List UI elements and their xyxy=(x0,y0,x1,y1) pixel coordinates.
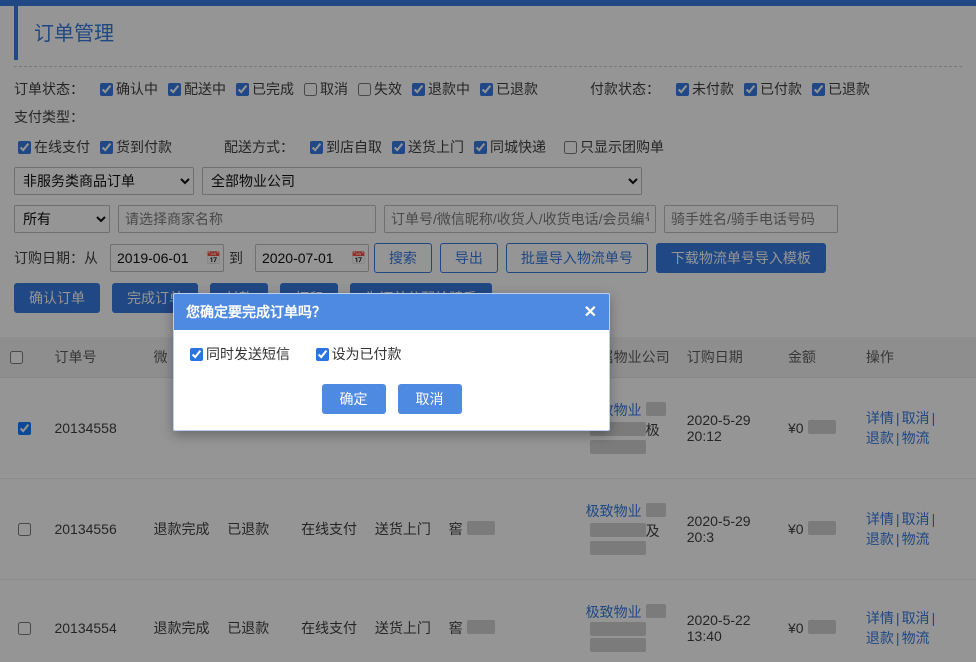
modal-header: 您确定要完成订单吗？ ✕ xyxy=(174,294,609,330)
mark-paid-checkbox[interactable]: 设为已付款 xyxy=(312,344,402,364)
page-root: 订单管理 订单状态： 确认中配送中已完成取消失效退款中已退款 付款状态： 未付款… xyxy=(0,0,976,662)
modal-footer: 确定 取消 xyxy=(174,378,609,430)
modal-ok-button[interactable]: 确定 xyxy=(322,384,386,414)
confirm-complete-modal: 您确定要完成订单吗？ ✕ 同时发送短信 设为已付款 确定 取消 xyxy=(173,293,610,431)
sms-checkbox[interactable]: 同时发送短信 xyxy=(186,344,290,364)
close-icon[interactable]: ✕ xyxy=(584,302,597,322)
modal-body: 同时发送短信 设为已付款 xyxy=(174,330,609,378)
modal-cancel-button[interactable]: 取消 xyxy=(398,384,462,414)
modal-title: 您确定要完成订单吗？ xyxy=(186,302,326,322)
